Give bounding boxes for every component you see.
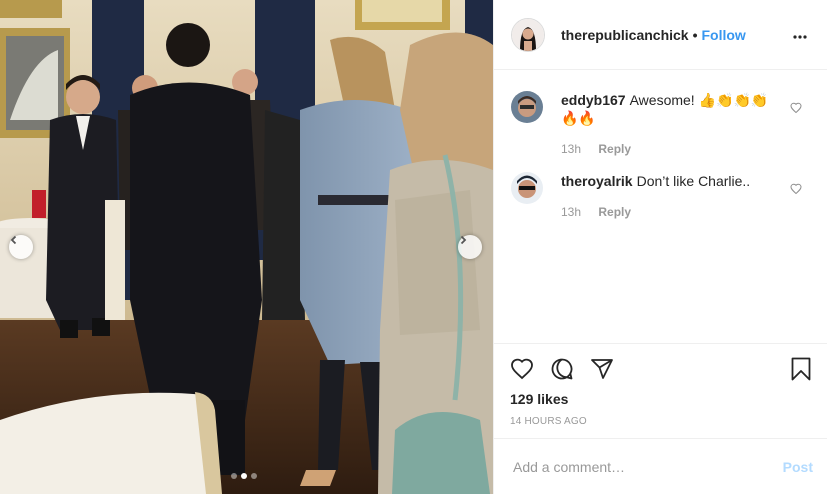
previous-photo-button[interactable] <box>9 235 33 259</box>
carousel-dot-active <box>241 473 247 479</box>
carousel-dot <box>251 473 257 479</box>
comment-time: 13h <box>561 205 582 219</box>
post-panel: therepublicanchick • Follow eddyb167 Awes… <box>493 0 827 494</box>
add-comment-bar: Post <box>494 438 827 494</box>
comments-list: eddyb167 Awesome! 👍👏👏👏🔥🔥 13h Reply thero… <box>494 70 827 343</box>
post-actions: 129 likes 14 HOURS AGO <box>494 343 827 427</box>
heart-icon[interactable] <box>510 349 550 389</box>
reply-button[interactable]: Reply <box>598 142 631 156</box>
post-photo[interactable] <box>0 0 493 494</box>
comment-input[interactable] <box>511 457 783 476</box>
comment-icon[interactable] <box>550 349 590 389</box>
carousel-dot <box>231 473 237 479</box>
heart-icon[interactable] <box>790 182 804 196</box>
avatar[interactable] <box>511 91 543 123</box>
comment-time: 13h <box>561 142 582 156</box>
list-item: theroyalrik Don’t like Charlie.. 13h Repl… <box>494 172 827 221</box>
post-username[interactable]: therepublicanchick <box>561 27 689 43</box>
photo-image <box>0 0 493 494</box>
separator-dot: • <box>692 26 698 43</box>
post-header: therepublicanchick • Follow <box>494 0 827 70</box>
follow-button[interactable]: Follow <box>702 27 746 43</box>
list-item: eddyb167 Awesome! 👍👏👏👏🔥🔥 13h Reply <box>494 91 827 158</box>
more-options-icon <box>793 26 807 44</box>
next-photo-button[interactable] <box>458 235 482 259</box>
post-button[interactable]: Post <box>783 459 813 475</box>
heart-icon[interactable] <box>790 101 804 115</box>
comment-text: Don’t like Charlie.. <box>636 173 751 189</box>
avatar[interactable] <box>511 17 545 52</box>
post-timestamp[interactable]: 14 HOURS AGO <box>510 416 813 427</box>
reply-button[interactable]: Reply <box>598 205 631 219</box>
likes-count[interactable]: 129 likes <box>510 391 813 407</box>
share-icon[interactable] <box>590 349 630 389</box>
carousel-indicator <box>231 473 257 479</box>
more-options-button[interactable] <box>788 23 812 47</box>
comment-username[interactable]: eddyb167 <box>561 92 626 108</box>
avatar[interactable] <box>511 172 543 204</box>
comment-username[interactable]: theroyalrik <box>561 173 633 189</box>
bookmark-icon[interactable] <box>783 349 813 389</box>
